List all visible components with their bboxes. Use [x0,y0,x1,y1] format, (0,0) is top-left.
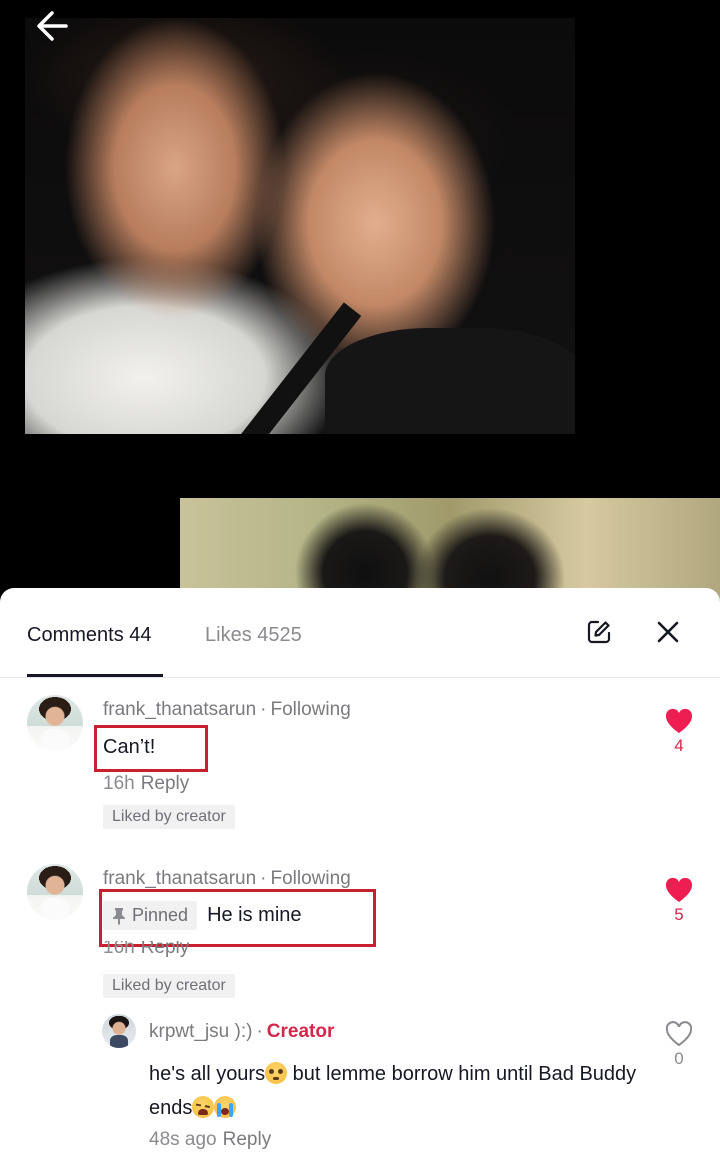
reply-button[interactable]: Reply [141,773,190,794]
heart-icon[interactable] [665,877,693,903]
liked-by-creator-badge: Liked by creator [103,805,235,829]
tired-face-emoji [192,1096,215,1118]
liked-by-creator-badge: Liked by creator [103,974,235,998]
crying-face-emoji [214,1096,237,1118]
username[interactable]: frank_thanatsarun [103,868,256,889]
username[interactable]: frank_thanatsarun [103,699,256,720]
reply-header: krpwt_jsu ):) · Creator [149,1021,334,1043]
comment-meta: 16h Reply [103,773,189,795]
like-count: 0 [674,1049,684,1068]
comment-time: 16h [103,941,135,958]
like-control: 5 [659,877,699,925]
separator: · [260,868,267,889]
reply-meta: 48s ago Reply [149,1129,271,1151]
separator: · [260,699,267,720]
reply-text: he's all yours but lemme borrow him unti… [149,1057,644,1125]
comment-meta: 16h Reply [103,941,189,961]
like-control: 4 [659,708,699,756]
like-count: 5 [674,905,684,924]
avatar[interactable] [27,864,83,920]
active-tab-indicator [27,674,163,677]
comments-header: Comments 44 Likes 4525 [0,588,720,678]
following-label: Following [270,868,351,889]
arrow-left-icon [37,11,68,41]
reply-time: 48s ago [149,1129,217,1150]
comments-sheet: Comments 44 Likes 4525 frank_thanatsarun… [0,588,720,1158]
separator: · [256,1021,263,1042]
avatar[interactable] [102,1014,136,1048]
post-image-area [0,0,720,600]
close-icon [657,621,679,643]
following-label: Following [270,699,351,720]
highlight-box [99,889,376,947]
reply-text-part1: he's all yours [149,1063,266,1085]
back-button[interactable] [30,6,74,46]
highlight-box [94,725,208,772]
tab-likes[interactable]: Likes 4525 [205,624,302,647]
like-count: 4 [674,736,684,755]
edit-button[interactable] [586,619,612,645]
creator-tag: Creator [266,1021,335,1042]
reply-button[interactable]: Reply [223,1129,272,1150]
username[interactable]: krpwt_jsu ):) [149,1021,252,1042]
like-control: 0 [659,1021,699,1069]
heart-outline-icon[interactable] [665,1021,693,1047]
post-photo-2 [180,498,720,600]
pleading-face-emoji [265,1062,288,1084]
avatar[interactable] [27,695,83,751]
edit-icon [587,620,611,644]
comment-header: frank_thanatsarun · Following [103,699,351,721]
comment-header: frank_thanatsarun · Following [103,868,351,890]
close-button[interactable] [654,618,682,646]
post-photo-1 [25,18,575,434]
tab-comments[interactable]: Comments 44 [27,624,152,647]
reply-button[interactable]: Reply [141,941,190,958]
heart-icon[interactable] [665,708,693,734]
comment-time: 16h [103,773,135,794]
